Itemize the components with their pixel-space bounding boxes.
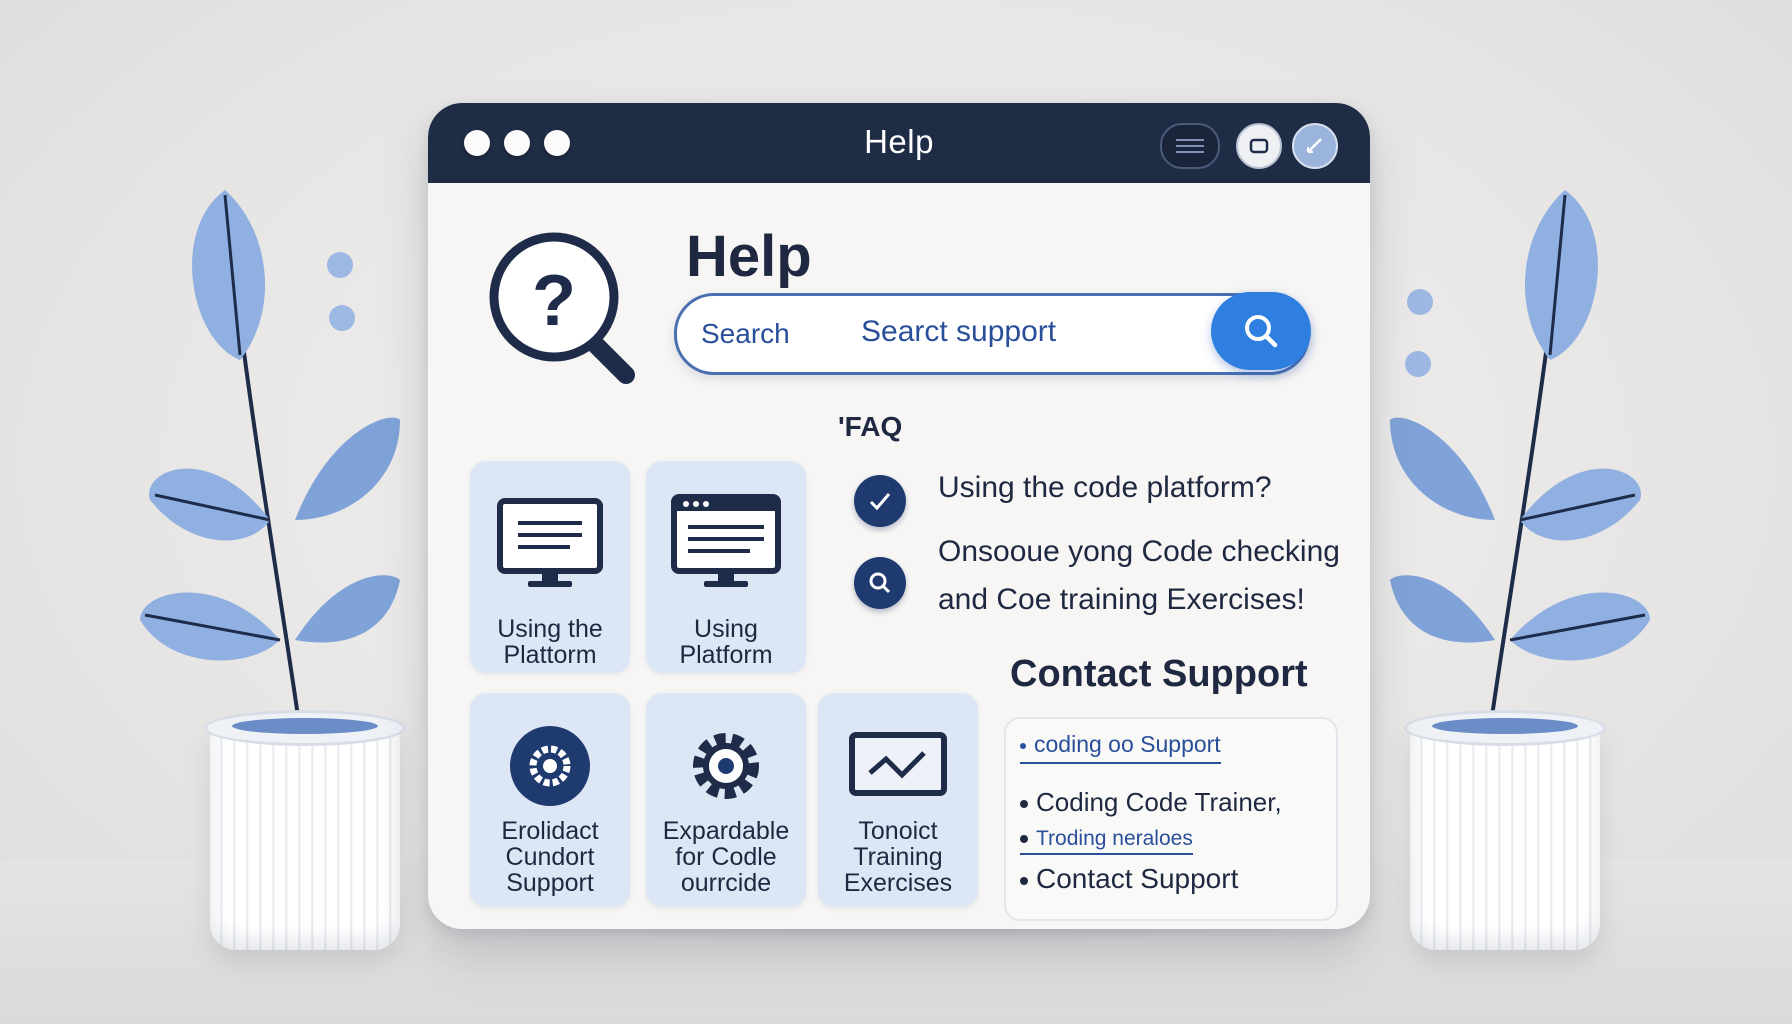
gear-icon bbox=[693, 733, 759, 799]
help-window: Help ? Help Search Searct support Using … bbox=[428, 103, 1370, 929]
tile-label: Erolidact bbox=[501, 817, 599, 845]
decorative-plant-left bbox=[130, 170, 460, 950]
plant-leaves-icon bbox=[1390, 190, 1650, 731]
edit-button[interactable] bbox=[1292, 123, 1338, 169]
bullet-icon bbox=[1020, 876, 1028, 885]
page-title: Help bbox=[686, 224, 812, 289]
bullet-icon bbox=[1020, 800, 1028, 809]
contact-support-heading: Contact Support bbox=[1010, 653, 1308, 695]
tile-label: Expardable bbox=[662, 817, 790, 845]
tile-label: for Codle bbox=[675, 843, 777, 871]
plant-pot bbox=[1404, 710, 1606, 950]
contact-link[interactable]: Coding Code Trainer, bbox=[1020, 787, 1282, 818]
contact-support-panel: coding oo Support Coding Code Trainer, T… bbox=[1004, 717, 1338, 921]
search-input[interactable] bbox=[859, 306, 1143, 358]
tile-label: Training bbox=[853, 843, 943, 871]
faq-item-icon bbox=[854, 475, 906, 527]
menu-icon-line bbox=[1176, 145, 1204, 147]
tile-label: Cundort bbox=[505, 843, 595, 871]
contact-link[interactable]: coding oo Support bbox=[1020, 731, 1221, 764]
plant-leaves-icon bbox=[140, 190, 400, 731]
faq-item-question[interactable]: Using the code platform? bbox=[938, 471, 1272, 505]
tile-label: ourrcide bbox=[680, 869, 772, 897]
window-titlebar: Help bbox=[428, 103, 1370, 183]
tile-using-platform[interactable]: Using Platform bbox=[646, 461, 806, 673]
tile-label: Plattorm bbox=[503, 641, 597, 669]
search-icon bbox=[1245, 315, 1278, 348]
search-label: Search bbox=[701, 318, 790, 349]
tile-label: Support bbox=[506, 869, 594, 897]
contact-link-label: Troding neraloes bbox=[1036, 827, 1193, 850]
search-button[interactable] bbox=[1211, 292, 1311, 370]
refresh-button[interactable] bbox=[1236, 123, 1282, 169]
window-title: Help bbox=[864, 123, 934, 160]
tile-label: Using the bbox=[497, 615, 603, 643]
faq-item-question-continued[interactable]: and Coe training Exercises! bbox=[938, 583, 1305, 617]
browser-window-icon bbox=[671, 494, 781, 587]
help-magnifier-icon: ? bbox=[489, 232, 635, 384]
tile-label: Platform bbox=[679, 641, 773, 669]
checkmark-icon bbox=[869, 493, 891, 511]
contact-link-label: Coding Code Trainer, bbox=[1036, 787, 1282, 817]
menu-icon-line bbox=[1176, 151, 1204, 153]
edit-icon bbox=[1307, 138, 1322, 153]
contact-link-label: Contact Support bbox=[1036, 863, 1239, 894]
tile-using-the-platform[interactable]: Using the Plattorm bbox=[470, 461, 630, 673]
tile-training-exercises[interactable]: Tonoict Training Exercises bbox=[818, 693, 978, 907]
plant-pot bbox=[204, 710, 406, 950]
tile-label: Exercises bbox=[843, 869, 953, 897]
refresh-icon bbox=[1249, 138, 1269, 154]
monitor-icon bbox=[497, 498, 603, 587]
menu-button[interactable] bbox=[1160, 123, 1220, 169]
faq-item-icon bbox=[854, 557, 906, 609]
tile-expandable-code[interactable]: Expardable for Codle ourrcide bbox=[646, 693, 806, 907]
faq-heading: 'FAQ bbox=[838, 411, 903, 442]
contact-link-label: coding oo Support bbox=[1034, 731, 1221, 757]
menu-icon bbox=[1176, 139, 1204, 141]
contact-link[interactable]: Troding neraloes bbox=[1020, 827, 1193, 855]
bullet-icon bbox=[1020, 835, 1028, 844]
decorative-plant-right bbox=[1330, 170, 1660, 950]
gear-circle-icon bbox=[510, 726, 590, 806]
search-bar: Search bbox=[674, 292, 1311, 375]
faq-item-question[interactable]: Onsooue yong Code checking bbox=[938, 535, 1340, 569]
search-icon bbox=[869, 572, 891, 594]
tile-contact-support[interactable]: Erolidact Cundort Support bbox=[470, 693, 630, 907]
tile-label: Tonoict bbox=[858, 817, 938, 845]
contact-link[interactable]: Contact Support bbox=[1020, 863, 1238, 895]
bullet-icon bbox=[1020, 742, 1026, 749]
svg-text:?: ? bbox=[532, 261, 576, 341]
chart-screen-icon bbox=[849, 732, 947, 796]
tile-label: Using bbox=[694, 615, 758, 643]
